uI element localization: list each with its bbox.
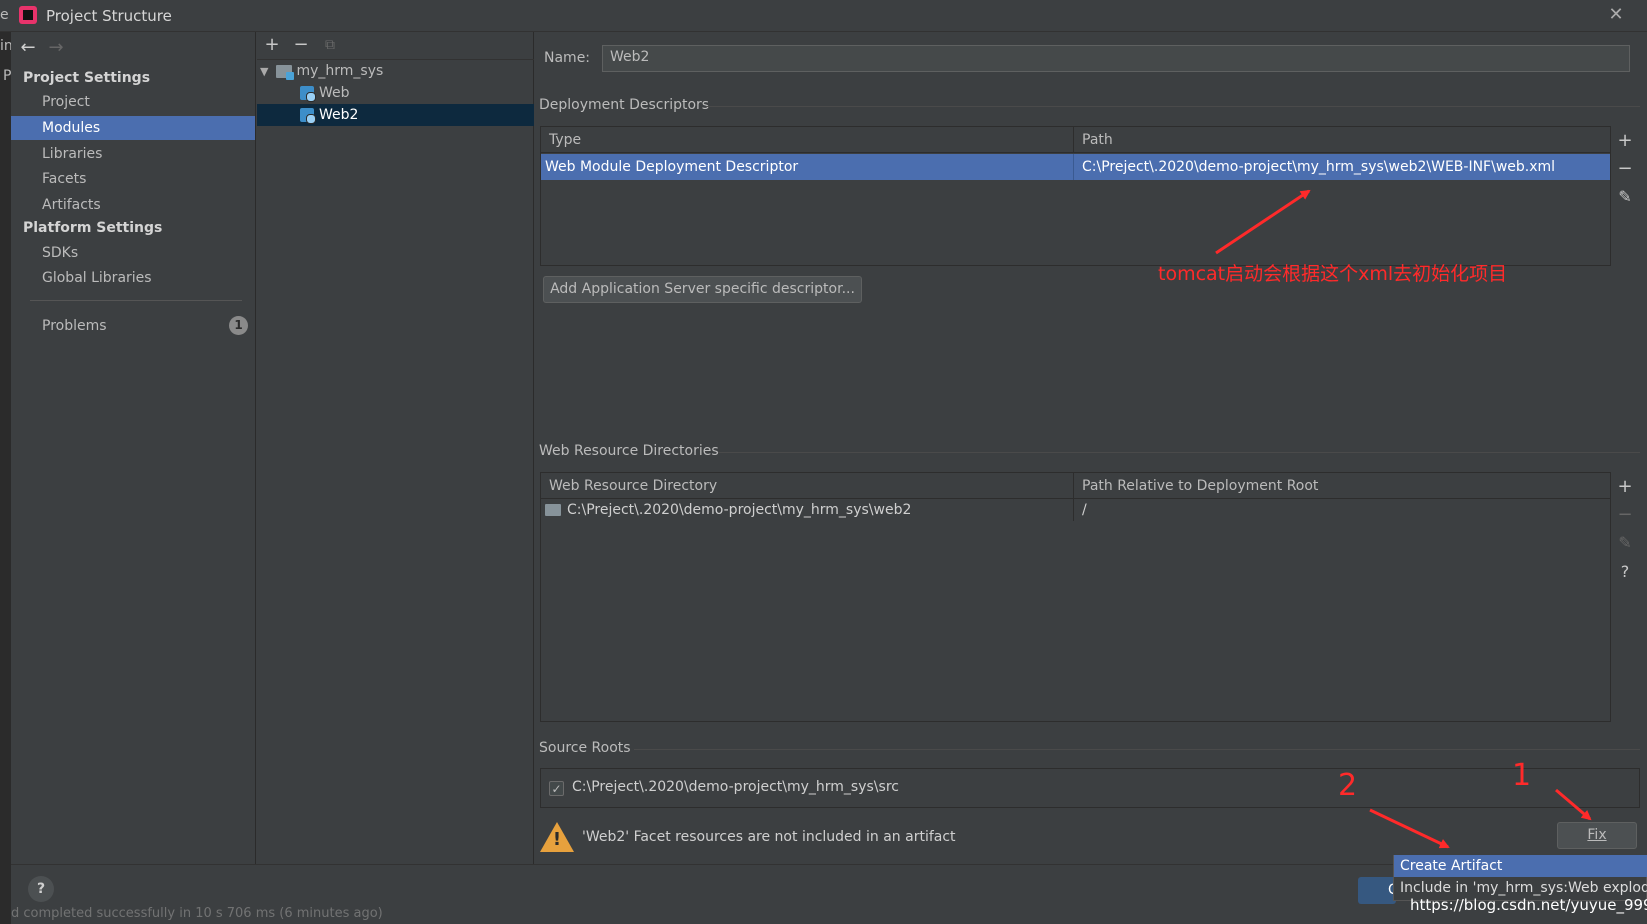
annotation-arrow-xml (1215, 189, 1311, 255)
annotation-note: tomcat启动会根据这个xml去初始化项目 (1158, 263, 1508, 285)
annotation-number-1: 1 (1512, 758, 1532, 793)
annotation-number-2: 2 (1338, 768, 1358, 803)
annotation-arrows-layer (1215, 189, 1592, 849)
annotation-arrow-1 (1555, 788, 1592, 821)
annotation-arrow-2 (1369, 808, 1450, 849)
